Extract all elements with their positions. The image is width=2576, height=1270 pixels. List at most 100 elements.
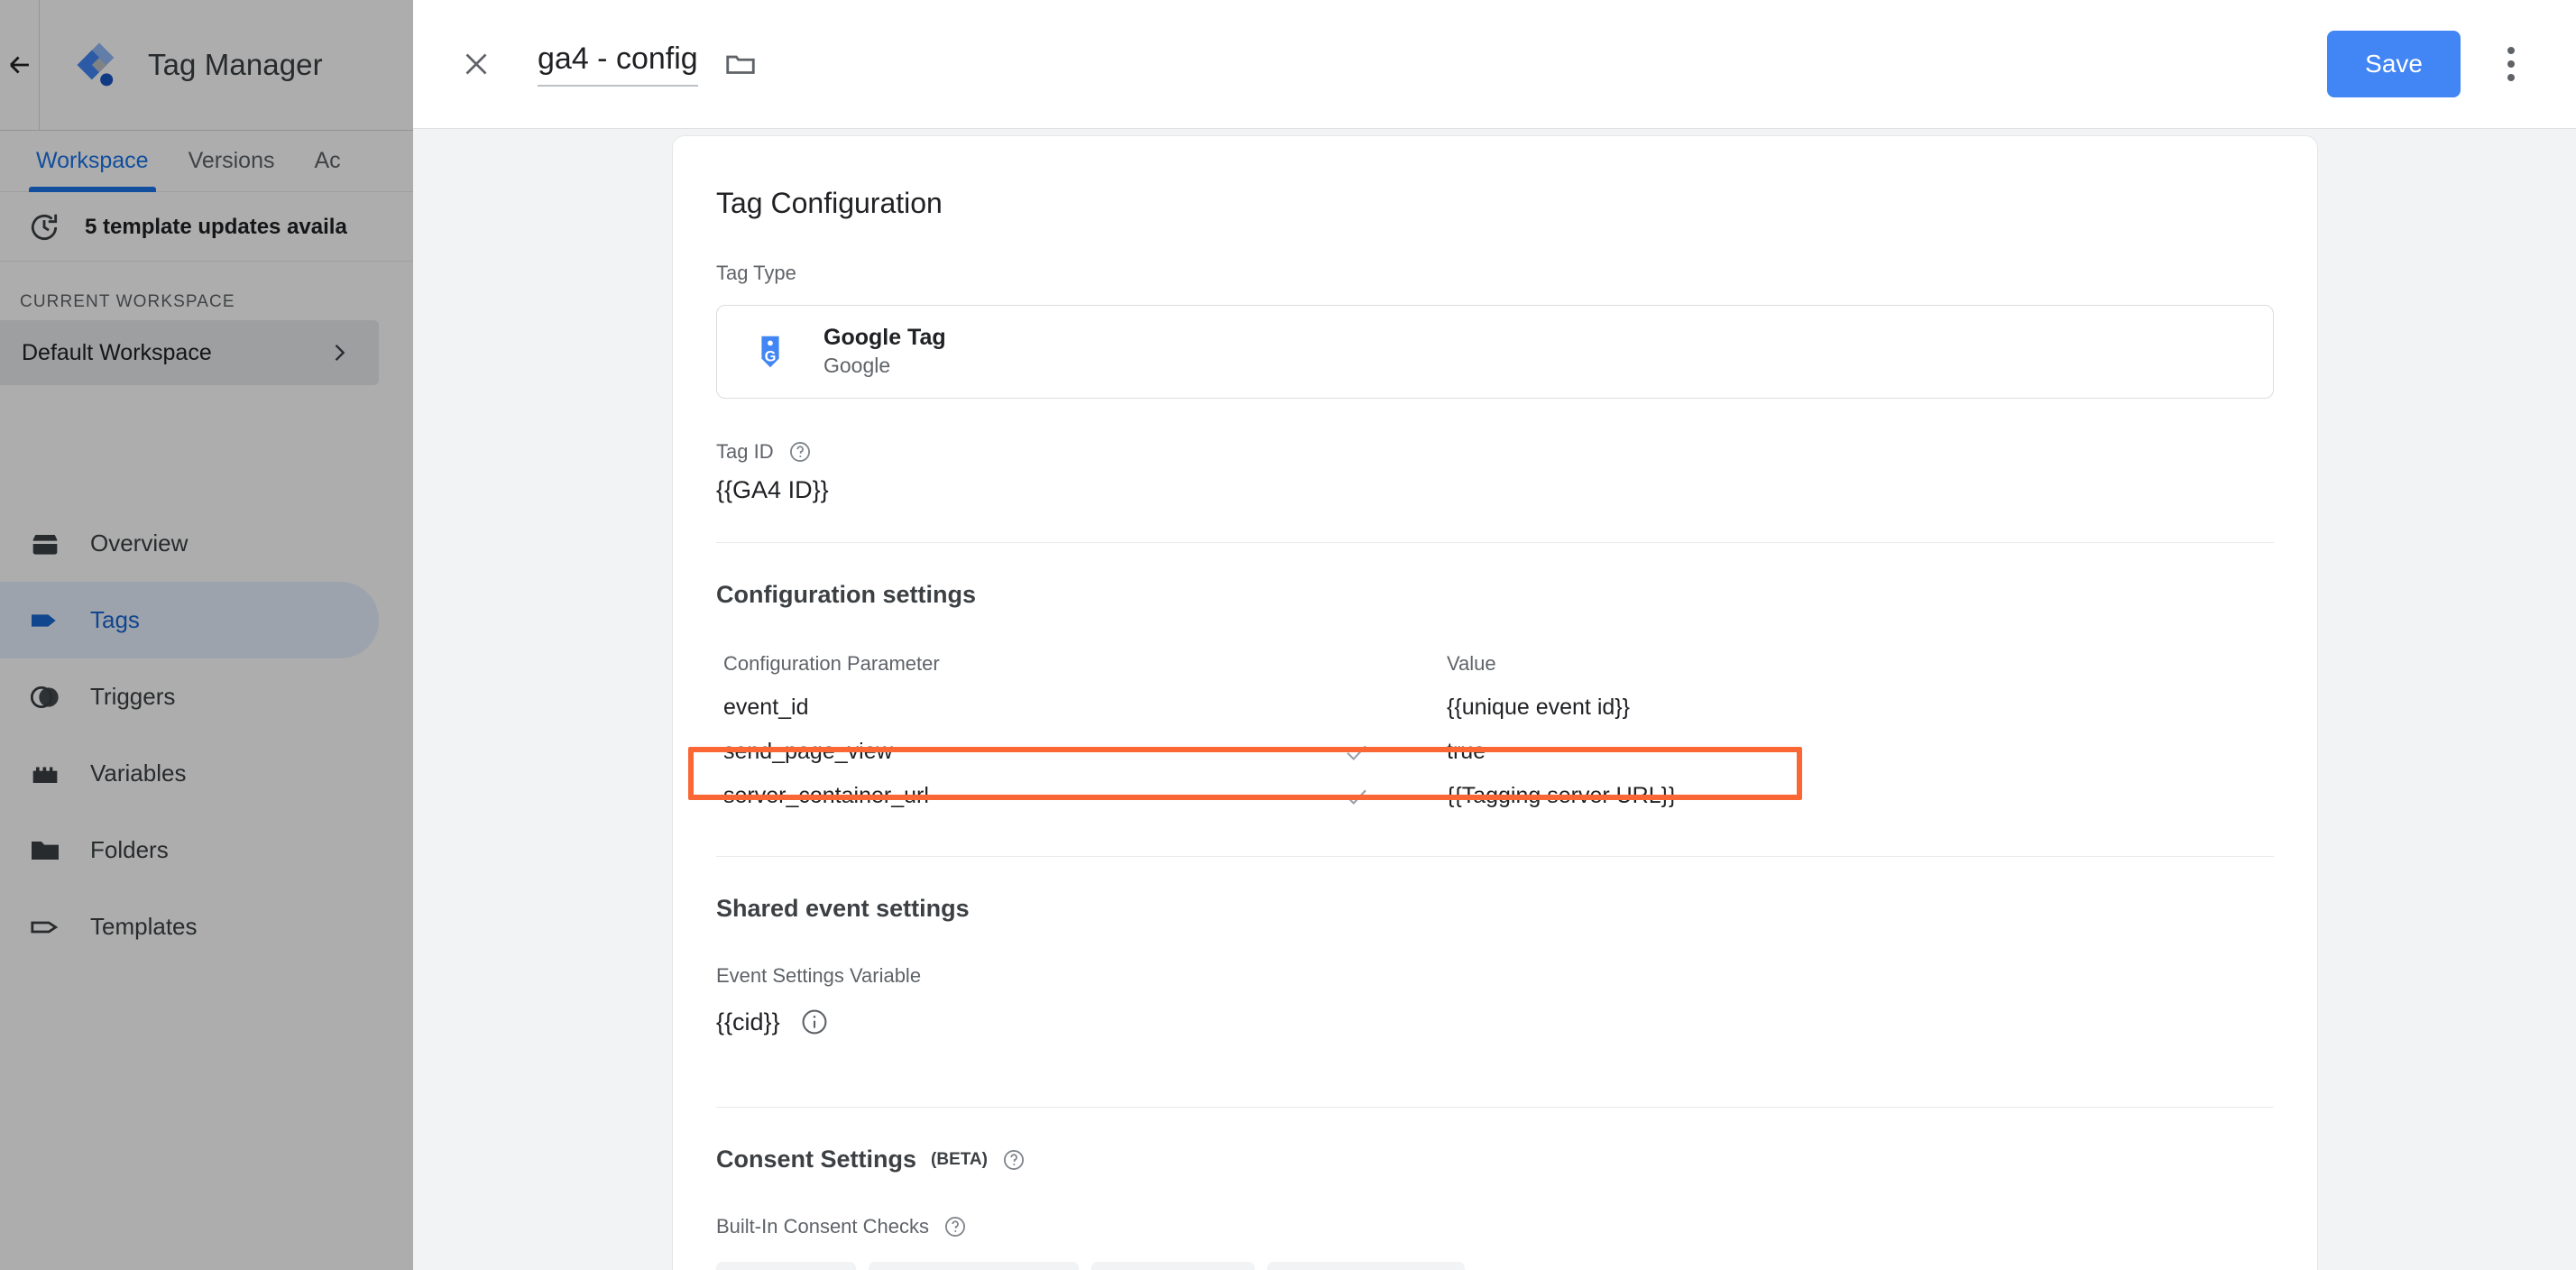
consent-settings-title-row: Consent Settings (BETA) bbox=[716, 1146, 2274, 1173]
param-check-cell bbox=[1266, 739, 1447, 766]
consent-chip[interactable]: ad_user_data bbox=[1091, 1262, 1255, 1270]
variables-icon bbox=[32, 767, 58, 783]
column-header-value: Value bbox=[1447, 651, 1496, 675]
consent-chip-list: ad_storage ad_personalization ad_user_da… bbox=[716, 1262, 2274, 1270]
tag-configuration-card: Tag Configuration Tag Type G Google Tag … bbox=[672, 135, 2318, 1270]
event-settings-variable-row: {{cid}} bbox=[716, 1008, 2274, 1036]
param-name: send_page_view bbox=[723, 739, 893, 764]
card-title: Tag Configuration bbox=[716, 187, 943, 219]
current-workspace-label: CURRENT WORKSPACE bbox=[20, 292, 235, 311]
screen-root: Tag Manager Workspace Versions Ac 5 temp… bbox=[0, 0, 2576, 1270]
tag-id-label: Tag ID bbox=[716, 440, 774, 463]
beta-badge: (BETA) bbox=[931, 1149, 988, 1169]
chevron-right-icon bbox=[335, 345, 345, 361]
help-circle-icon[interactable] bbox=[788, 440, 812, 464]
consent-settings-title: Consent Settings bbox=[716, 1146, 917, 1173]
sidebar-nav: Overview Tags Triggers Variables Folders… bbox=[0, 505, 413, 965]
tag-type-name: Google Tag bbox=[823, 325, 946, 351]
sidebar-item-folders-label: Folders bbox=[90, 836, 169, 863]
sidebar-item-variables-label: Variables bbox=[90, 759, 187, 787]
tag-id-label-row: Tag ID bbox=[716, 440, 2274, 464]
tab-admin-label: Ac bbox=[314, 148, 341, 173]
app-topbar: Tag Manager bbox=[0, 0, 413, 131]
tag-type-text: Google Tag Google bbox=[823, 324, 946, 379]
tab-versions-label: Versions bbox=[188, 148, 275, 173]
tag-manager-logo-icon bbox=[77, 42, 115, 87]
tag-edit-overlay: ga4 - config Save Tag Configuration Tag … bbox=[413, 0, 2576, 1270]
tag-type-selector[interactable]: G Google Tag Google bbox=[716, 305, 2274, 399]
overview-icon bbox=[32, 534, 58, 555]
tag-title-group: ga4 - config bbox=[538, 41, 758, 87]
app-tabs: Workspace Versions Ac bbox=[0, 131, 413, 192]
consent-chip[interactable]: ad_storage bbox=[716, 1262, 857, 1270]
overlay-header: ga4 - config Save bbox=[413, 0, 2576, 129]
back-button[interactable] bbox=[0, 0, 40, 131]
divider-1 bbox=[716, 542, 2274, 543]
table-row[interactable]: event_id {{unique event id}} bbox=[716, 686, 2274, 730]
info-circle-icon[interactable] bbox=[800, 1008, 829, 1036]
event-settings-variable-value[interactable]: {{cid}} bbox=[716, 1008, 780, 1036]
event-settings-variable-label: Event Settings Variable bbox=[716, 964, 922, 987]
tag-id-value[interactable]: {{GA4 ID}} bbox=[716, 476, 2274, 504]
sidebar-item-variables[interactable]: Variables bbox=[0, 735, 379, 812]
more-vertical-icon[interactable] bbox=[2486, 39, 2536, 89]
tab-admin[interactable]: Ac bbox=[294, 131, 360, 192]
folder-icon bbox=[32, 841, 59, 860]
builtin-consent-label-row: Built-In Consent Checks bbox=[716, 1215, 2274, 1238]
sidebar-item-templates[interactable]: Templates bbox=[0, 888, 379, 965]
template-updates-notice[interactable]: 5 template updates availa bbox=[0, 193, 413, 262]
svg-text:G: G bbox=[765, 348, 777, 364]
consent-chip[interactable]: ad_personalization bbox=[869, 1262, 1080, 1270]
sidebar-item-triggers-label: Triggers bbox=[90, 683, 176, 710]
close-button[interactable] bbox=[449, 37, 503, 91]
arrow-left-icon bbox=[9, 56, 29, 74]
google-tag-icon: G bbox=[761, 336, 779, 368]
triggers-icon bbox=[31, 686, 59, 708]
table-header-row: Configuration Parameter Value bbox=[716, 641, 2274, 686]
divider-3 bbox=[716, 1107, 2274, 1108]
param-name: event_id bbox=[723, 695, 809, 720]
tab-workspace[interactable]: Workspace bbox=[16, 131, 169, 192]
workspace-name: Default Workspace bbox=[22, 339, 212, 365]
divider-2 bbox=[716, 856, 2274, 857]
table-row[interactable]: send_page_view true bbox=[716, 730, 2274, 774]
param-check-cell bbox=[1266, 783, 1447, 810]
tab-workspace-label: Workspace bbox=[36, 148, 149, 173]
tag-name-input[interactable]: ga4 - config bbox=[538, 41, 698, 87]
help-circle-icon[interactable] bbox=[1002, 1148, 1026, 1172]
workspace-selector[interactable]: Default Workspace bbox=[0, 320, 379, 385]
folder-outline-icon[interactable] bbox=[723, 47, 758, 81]
column-header-parameter: Configuration Parameter bbox=[723, 651, 940, 675]
consent-chip[interactable]: analytics_storage bbox=[1266, 1262, 1465, 1270]
checkmark-icon bbox=[1347, 745, 1366, 760]
sidebar-item-tags[interactable]: Tags bbox=[0, 582, 379, 658]
help-circle-icon[interactable] bbox=[943, 1215, 967, 1238]
close-icon bbox=[465, 53, 487, 75]
tag-type-vendor: Google bbox=[823, 353, 891, 377]
sidebar-item-triggers[interactable]: Triggers bbox=[0, 658, 379, 735]
sidebar-item-overview[interactable]: Overview bbox=[0, 505, 379, 582]
brand-title: Tag Manager bbox=[148, 48, 323, 81]
template-icon bbox=[31, 921, 59, 933]
save-button[interactable]: Save bbox=[2327, 31, 2461, 97]
sidebar-item-folders[interactable]: Folders bbox=[0, 812, 379, 888]
configuration-settings-title: Configuration settings bbox=[716, 581, 976, 608]
shared-event-settings-title: Shared event settings bbox=[716, 895, 970, 922]
tag-icon bbox=[32, 613, 56, 627]
sidebar-item-templates-label: Templates bbox=[90, 913, 198, 940]
tag-type-label: Tag Type bbox=[716, 262, 796, 284]
param-value: {{unique event id}} bbox=[1447, 695, 1630, 720]
history-update-icon bbox=[31, 214, 58, 240]
configuration-parameters-table: Configuration Parameter Value event_id {… bbox=[716, 641, 2274, 818]
checkmark-icon bbox=[1347, 789, 1366, 805]
sidebar-item-tags-label: Tags bbox=[90, 606, 140, 633]
table-row[interactable]: server_container_url {{Tagging server UR… bbox=[716, 774, 2274, 818]
builtin-consent-checks-label: Built-In Consent Checks bbox=[716, 1215, 929, 1238]
overlay-header-actions: Save bbox=[2327, 31, 2576, 97]
brand[interactable]: Tag Manager bbox=[40, 40, 323, 90]
notice-text: 5 template updates availa bbox=[85, 214, 347, 239]
param-value: true bbox=[1447, 739, 1486, 764]
tab-versions[interactable]: Versions bbox=[169, 131, 295, 192]
param-value: {{Tagging server URL}} bbox=[1447, 783, 1677, 808]
param-name: server_container_url bbox=[723, 783, 929, 808]
